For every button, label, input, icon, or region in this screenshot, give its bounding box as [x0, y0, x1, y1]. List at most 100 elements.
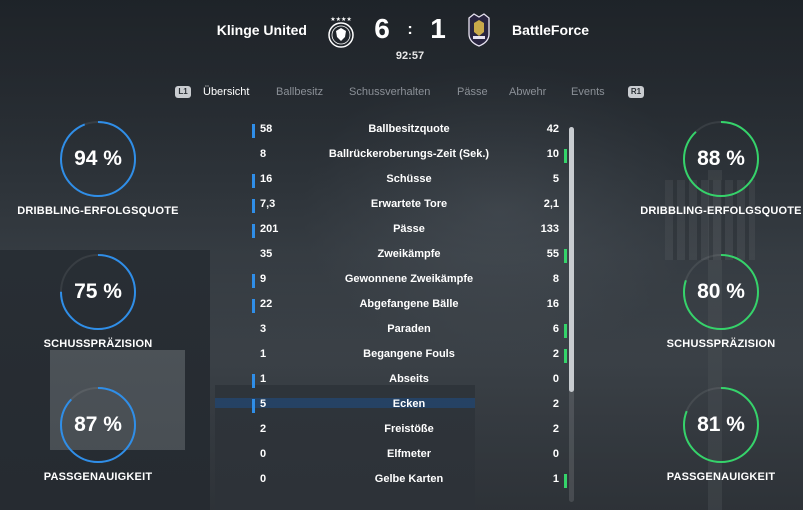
stat-row: 35 Zweikämpfe 55 — [251, 244, 567, 269]
home-team-name: Klinge United — [216, 22, 307, 38]
stat-home-value: 5 — [260, 398, 267, 410]
home-leader-bar — [252, 174, 255, 188]
away-leader-bar — [564, 474, 567, 488]
stat-away-value: 0 — [552, 448, 559, 460]
stat-label: Gewonnene Zweikämpfe — [344, 273, 474, 285]
home-score: 6 — [374, 13, 390, 44]
match-clock: 92:57 — [395, 50, 425, 62]
l1-button-hint[interactable]: L1 — [175, 86, 191, 98]
stat-label: Schüsse — [386, 173, 432, 185]
away-team-name: BattleForce — [512, 22, 590, 38]
home-pass-accuracy-value: 87 % — [74, 413, 122, 436]
stat-away-value: 42 — [546, 123, 559, 135]
tab-abwehr[interactable]: Abwehr — [509, 86, 546, 98]
stat-home-value: 1 — [260, 373, 267, 385]
away-pass-accuracy-ring: 81 % — [681, 385, 761, 465]
home-leader-bar — [252, 124, 255, 138]
stat-label: Begangene Fouls — [363, 348, 455, 360]
stat-label: Abseits — [389, 373, 429, 385]
tab-events[interactable]: Events — [571, 86, 605, 98]
tab-ballbesitz[interactable]: Ballbesitz — [276, 86, 323, 98]
stat-away-value: 133 — [540, 223, 559, 235]
stat-home-value: 2 — [260, 423, 267, 435]
stat-label: Paraden — [387, 323, 431, 335]
stat-home-value: 22 — [260, 298, 273, 310]
stat-away-value: 0 — [552, 373, 559, 385]
stats-table: 58 Ballbesitzquote 42 8 Ballrückeroberungs-Z… — [251, 119, 567, 494]
away-leader-bar — [564, 149, 567, 163]
stat-row: 1 Abseits 0 — [251, 369, 567, 394]
stat-row: 58 Ballbesitzquote 42 — [251, 119, 567, 144]
home-leader-bar — [252, 299, 255, 313]
stat-home-value: 201 — [260, 223, 279, 235]
tab-schussverhalten[interactable]: Schussverhalten — [349, 86, 430, 98]
away-leader-bar — [564, 349, 567, 363]
home-team-crest-icon: ★★★★ — [327, 14, 355, 48]
stat-home-value: 3 — [260, 323, 267, 335]
stat-row: 2 Freistöße 2 — [251, 419, 567, 444]
home-pass-accuracy-ring: 87 % — [58, 385, 138, 465]
stat-label: Pässe — [393, 223, 425, 235]
away-shot-accuracy-ring: 80 % — [681, 252, 761, 332]
home-leader-bar — [252, 374, 255, 388]
stat-home-value: 9 — [260, 273, 267, 285]
stat-home-value: 7,3 — [260, 198, 276, 210]
stat-label: Ballbesitzquote — [368, 123, 450, 135]
away-pass-accuracy-label: PASSGENAUIGKEIT — [666, 471, 776, 483]
away-leader-bar — [564, 249, 567, 263]
stat-label: Abgefangene Bälle — [359, 298, 459, 310]
home-shot-accuracy-ring: 75 % — [58, 252, 138, 332]
stat-home-value: 1 — [260, 348, 267, 360]
tab-paesse[interactable]: Pässe — [457, 86, 488, 98]
stat-label: Freistöße — [384, 423, 434, 435]
stat-row: 7,3 Erwartete Tore 2,1 — [251, 194, 567, 219]
stat-away-value: 2 — [552, 398, 559, 410]
away-leader-bar — [564, 324, 567, 338]
home-leader-bar — [252, 224, 255, 238]
stat-row: 22 Abgefangene Bälle 16 — [251, 294, 567, 319]
stat-label: Zweikämpfe — [377, 248, 441, 260]
away-score: 1 — [430, 13, 446, 44]
stats-scrollbar-thumb[interactable] — [569, 127, 574, 392]
home-leader-bar — [252, 274, 255, 288]
stat-away-value: 8 — [552, 273, 559, 285]
stat-home-value: 16 — [260, 173, 273, 185]
home-shot-accuracy-label: SCHUSSPRÄZISION — [43, 338, 153, 350]
away-dribbling-value: 88 % — [697, 147, 745, 170]
stat-away-value: 16 — [546, 298, 559, 310]
score-separator: : — [407, 21, 413, 38]
away-dribbling-ring: 88 % — [681, 119, 761, 199]
stat-row: 201 Pässe 133 — [251, 219, 567, 244]
stat-away-value: 6 — [552, 323, 559, 335]
stat-row: 9 Gewonnene Zweikämpfe 8 — [251, 269, 567, 294]
home-dribbling-value: 94 % — [74, 147, 122, 170]
r1-button-hint[interactable]: R1 — [628, 86, 644, 98]
away-pass-accuracy-value: 81 % — [697, 413, 745, 436]
stat-row: 0 Gelbe Karten 1 — [251, 469, 567, 494]
away-shot-accuracy-label: SCHUSSPRÄZISION — [666, 338, 776, 350]
stat-away-value: 5 — [552, 173, 559, 185]
stat-away-value: 1 — [552, 473, 559, 485]
stat-label: Ecken — [392, 398, 426, 410]
tab-uebersicht[interactable]: Übersicht — [203, 86, 249, 98]
home-dribbling-label: DRIBBLING-ERFOLGSQUOTE — [17, 205, 179, 217]
home-dribbling-ring: 94 % — [58, 119, 138, 199]
stat-row: 16 Schüsse 5 — [251, 169, 567, 194]
svg-text:★★★★: ★★★★ — [330, 16, 352, 23]
away-dribbling-label: DRIBBLING-ERFOLGSQUOTE — [640, 205, 802, 217]
stat-home-value: 8 — [260, 148, 267, 160]
stat-away-value: 2 — [552, 423, 559, 435]
stat-label: Elfmeter — [386, 448, 432, 460]
home-leader-bar — [252, 399, 255, 413]
stat-label: Ballrückeroberungs-Zeit (Sek.) — [328, 148, 490, 160]
stat-row: 0 Elfmeter 0 — [251, 444, 567, 469]
away-team-crest-icon — [465, 12, 493, 48]
home-shot-accuracy-value: 75 % — [74, 280, 122, 303]
stat-away-value: 2,1 — [543, 198, 559, 210]
stat-home-value: 58 — [260, 123, 273, 135]
stat-home-value: 35 — [260, 248, 273, 260]
stats-tab-bar: L1 Übersicht Ballbesitz Schussverhalten … — [0, 84, 803, 102]
home-leader-bar — [252, 199, 255, 213]
stat-away-value: 2 — [552, 348, 559, 360]
stat-row: 3 Paraden 6 — [251, 319, 567, 344]
